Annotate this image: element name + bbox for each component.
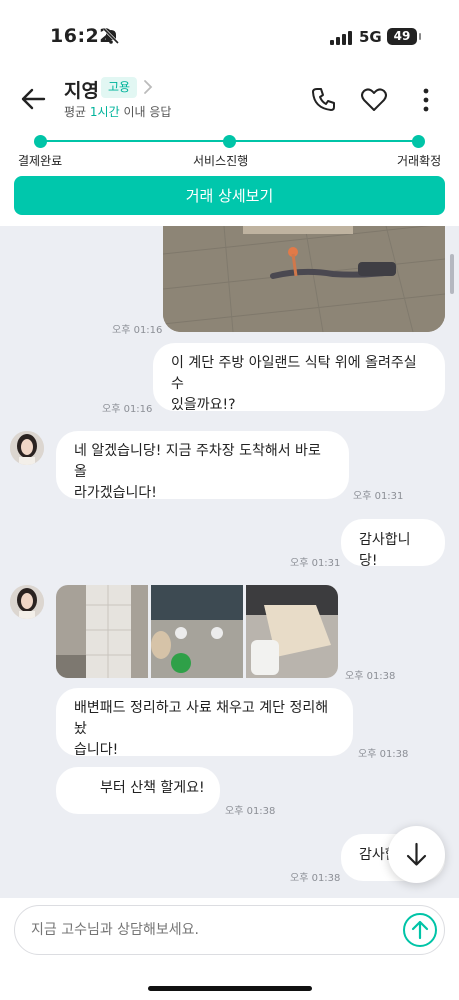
battery-indicator: 49 <box>387 28 421 45</box>
message-input[interactable] <box>14 905 445 955</box>
avatar[interactable] <box>10 431 44 465</box>
message-time: 오후 01:31 <box>290 558 341 569</box>
send-icon[interactable] <box>402 912 438 952</box>
sent-photo[interactable] <box>163 226 445 332</box>
progress-dot-2 <box>223 135 236 148</box>
received-message: 배변패드 정리하고 사료 채우고 계단 정리해놨 습니다! <box>56 688 353 758</box>
heart-icon[interactable] <box>361 88 387 116</box>
message-time: 오후 01:31 <box>353 491 404 502</box>
scrollbar[interactable] <box>450 254 454 294</box>
response-highlight: 1시간 <box>89 105 120 119</box>
message-time: 오후 01:38 <box>290 873 341 884</box>
received-message: 네 알겠습니당! 지금 주차장 도착해서 바로 올 라가겠습니다! <box>56 431 349 501</box>
message-line: 습니다! <box>74 742 119 758</box>
chat-area[interactable]: 오후 01:16 이 계단 주방 아일랜드 식탁 위에 올려주실 수 있을까요!… <box>0 226 459 898</box>
avatar[interactable] <box>10 585 44 619</box>
bell-off-icon <box>102 27 120 49</box>
message-time: 오후 01:38 <box>345 671 396 682</box>
chat-header: 지영 고용 평균 1시간 이내 응답 <box>0 70 459 132</box>
progress-step-payment: 결제완료 <box>18 154 63 168</box>
transaction-progress: 결제완료 서비스진행 거래확정 <box>0 132 459 176</box>
message-time: 오후 01:16 <box>112 325 163 336</box>
message-time: 오후 01:38 <box>225 806 276 817</box>
phone-icon[interactable] <box>311 86 337 116</box>
scroll-down-button[interactable] <box>388 826 445 883</box>
expert-name[interactable]: 지영 <box>64 76 99 103</box>
response-prefix: 평균 <box>64 105 90 119</box>
message-time: 오후 01:16 <box>102 404 153 415</box>
progress-dot-3 <box>412 135 425 148</box>
response-suffix: 이내 응답 <box>119 105 172 119</box>
message-line: 이 계단 주방 아일랜드 식탁 위에 올려주실 수 <box>171 355 417 392</box>
message-line: 라가겠습니다! <box>74 485 157 501</box>
progress-step-confirm: 거래확정 <box>397 154 442 168</box>
message-time: 오후 01:38 <box>358 749 409 760</box>
progress-dot-1 <box>34 135 47 148</box>
response-time: 평균 1시간 이내 응답 <box>64 103 171 120</box>
message-line: 배변패드 정리하고 사료 채우고 계단 정리해놨 <box>74 700 329 737</box>
signal-icon <box>330 30 352 49</box>
sent-message: 이 계단 주방 아일랜드 식탁 위에 올려주실 수 있을까요!? <box>153 343 445 413</box>
sent-message: 감사합니당! <box>341 519 445 569</box>
transaction-detail-button[interactable]: 거래 상세보기 <box>14 176 445 215</box>
input-bar <box>0 898 459 1000</box>
scroll-down-icon <box>406 842 427 866</box>
received-photo[interactable] <box>246 585 338 678</box>
message-line: 네 알겠습니당! 지금 주차장 도착해서 바로 올 <box>74 443 321 480</box>
received-photo[interactable] <box>56 585 148 678</box>
more-vertical-icon[interactable] <box>420 87 432 117</box>
status-badge: 고용 <box>101 77 138 98</box>
received-photo[interactable] <box>151 585 243 678</box>
message-line: 있을까요!? <box>171 397 236 413</box>
progress-step-service: 서비스진행 <box>193 154 249 168</box>
chevron-right-icon[interactable] <box>143 79 153 99</box>
network-type: 5G <box>359 28 382 46</box>
back-arrow-icon[interactable] <box>20 88 46 114</box>
status-bar: 16:22 5G 49 <box>0 0 459 70</box>
received-message: 부터 산책 할게요! <box>56 767 220 814</box>
home-indicator <box>148 986 312 991</box>
